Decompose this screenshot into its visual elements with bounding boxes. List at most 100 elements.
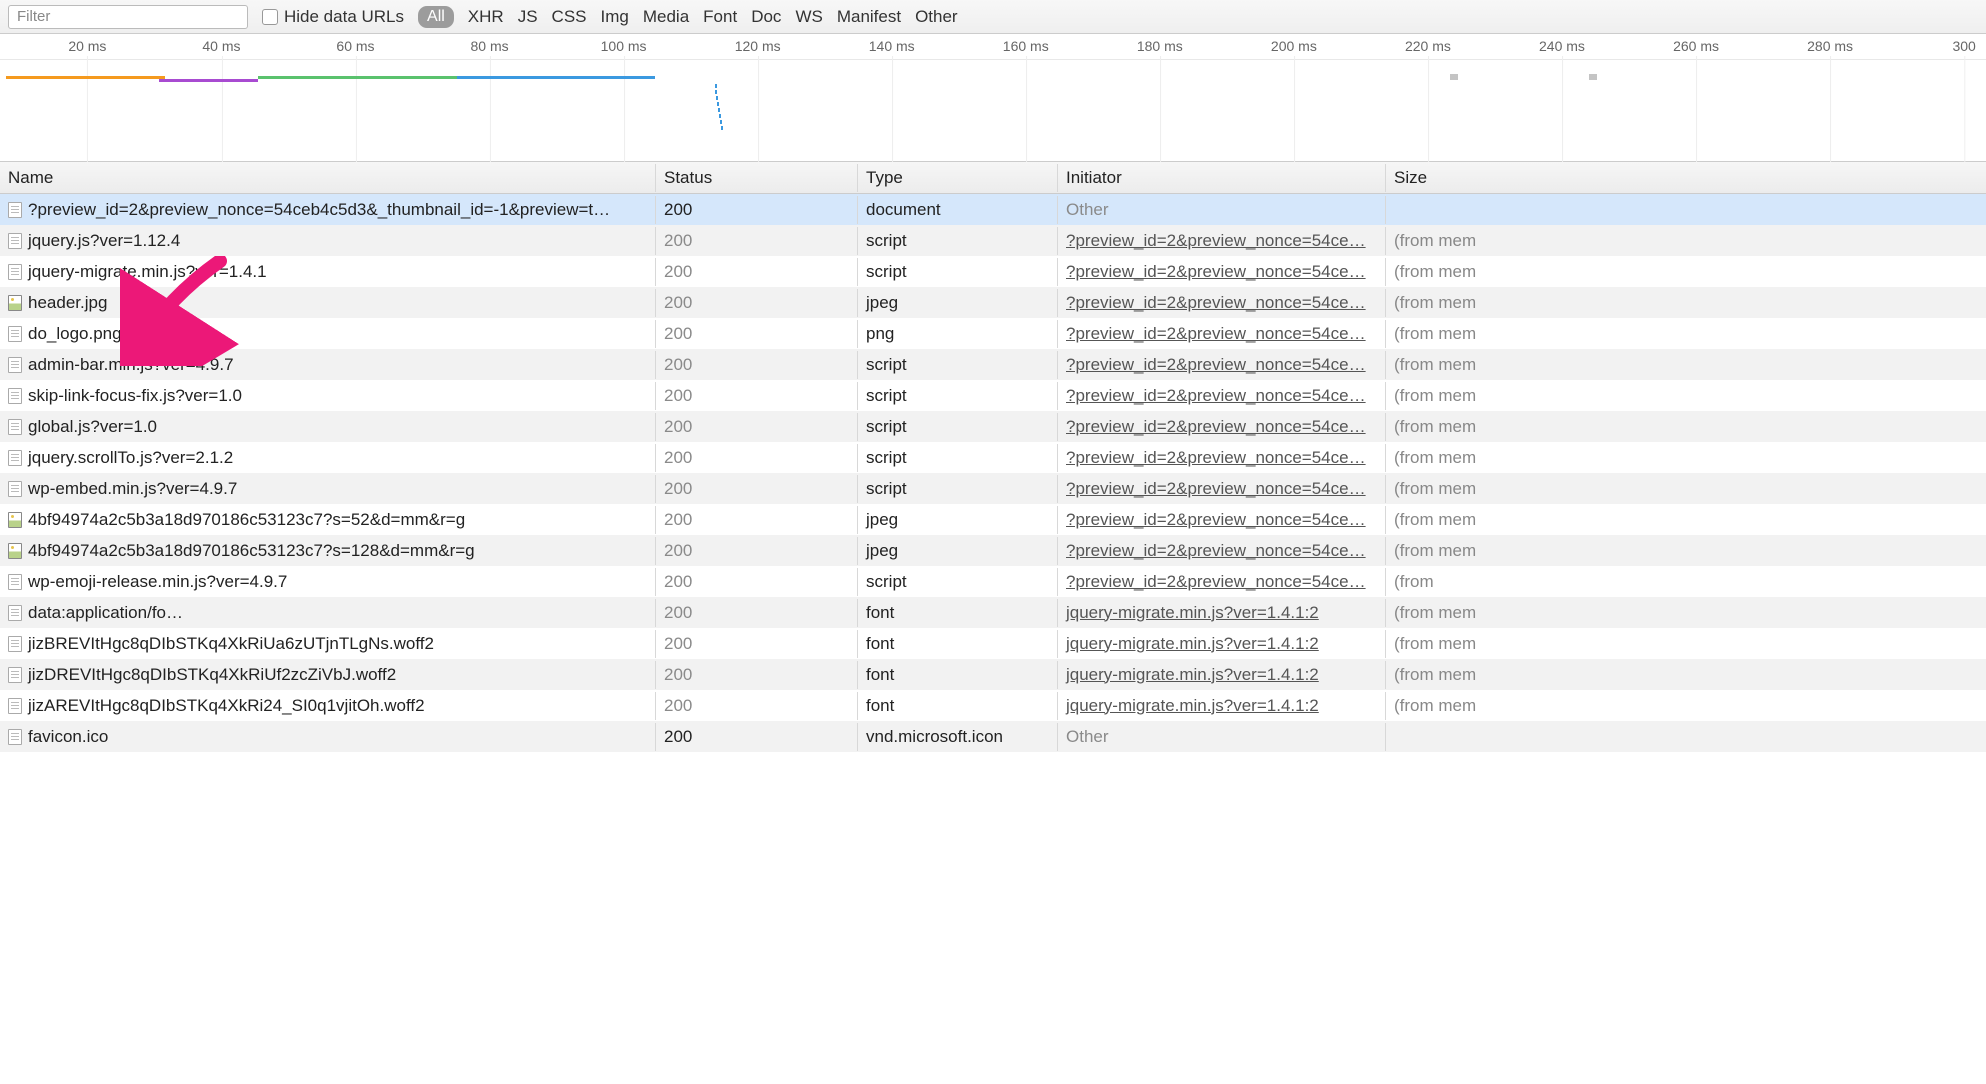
column-header-status[interactable]: Status	[656, 164, 858, 192]
filter-type-js[interactable]: JS	[518, 7, 538, 27]
table-row[interactable]: favicon.ico200vnd.microsoft.iconOther	[0, 721, 1986, 752]
cell-initiator: ?preview_id=2&preview_nonce=54ce…	[1058, 351, 1386, 379]
initiator-link[interactable]: ?preview_id=2&preview_nonce=54ce…	[1066, 324, 1366, 343]
cell-status: 200	[656, 568, 858, 596]
initiator-link[interactable]: ?preview_id=2&preview_nonce=54ce…	[1066, 448, 1366, 467]
table-row[interactable]: 4bf94974a2c5b3a18d970186c53123c7?s=52&d=…	[0, 504, 1986, 535]
cell-status: 200	[656, 258, 858, 286]
file-name: jquery.scrollTo.js?ver=2.1.2	[28, 448, 233, 468]
document-file-icon	[8, 605, 22, 621]
file-name: do_logo.png	[28, 324, 122, 344]
file-name: jizDREVItHgc8qDIbSTKq4XkRiUf2zcZiVbJ.wof…	[28, 665, 396, 685]
initiator-link[interactable]: ?preview_id=2&preview_nonce=54ce…	[1066, 479, 1366, 498]
initiator-text: Other	[1066, 727, 1109, 746]
filter-type-xhr[interactable]: XHR	[468, 7, 504, 27]
table-row[interactable]: jquery.scrollTo.js?ver=2.1.2200script?pr…	[0, 442, 1986, 473]
cell-status: 200	[656, 723, 858, 751]
initiator-link[interactable]: ?preview_id=2&preview_nonce=54ce…	[1066, 541, 1366, 560]
timeline-tick: 60 ms	[336, 38, 374, 54]
timeline-tick: 240 ms	[1539, 38, 1585, 54]
filter-type-other[interactable]: Other	[915, 7, 958, 27]
initiator-link[interactable]: ?preview_id=2&preview_nonce=54ce…	[1066, 417, 1366, 436]
timeline-tick: 220 ms	[1405, 38, 1451, 54]
initiator-link[interactable]: ?preview_id=2&preview_nonce=54ce…	[1066, 572, 1366, 591]
table-row[interactable]: jquery.js?ver=1.12.4200script?preview_id…	[0, 225, 1986, 256]
table-row[interactable]: jizBREVItHgc8qDIbSTKq4XkRiUa6zUTjnTLgNs.…	[0, 628, 1986, 659]
initiator-text: Other	[1066, 200, 1109, 219]
cell-initiator: jquery-migrate.min.js?ver=1.4.1:2	[1058, 599, 1386, 627]
filter-input[interactable]	[8, 5, 248, 29]
document-file-icon	[8, 419, 22, 435]
cell-size: (from mem	[1386, 599, 1986, 627]
initiator-link[interactable]: ?preview_id=2&preview_nonce=54ce…	[1066, 386, 1366, 405]
cell-status: 200	[656, 692, 858, 720]
cell-type: vnd.microsoft.icon	[858, 723, 1058, 751]
cell-status: 200	[656, 599, 858, 627]
file-name: jizBREVItHgc8qDIbSTKq4XkRiUa6zUTjnTLgNs.…	[28, 634, 434, 654]
cell-name: do_logo.png	[0, 320, 656, 348]
cell-size: (from mem	[1386, 506, 1986, 534]
table-row[interactable]: 4bf94974a2c5b3a18d970186c53123c7?s=128&d…	[0, 535, 1986, 566]
initiator-link[interactable]: ?preview_id=2&preview_nonce=54ce…	[1066, 293, 1366, 312]
timeline-overview[interactable]: 20 ms40 ms60 ms80 ms100 ms120 ms140 ms16…	[0, 34, 1986, 162]
filter-type-doc[interactable]: Doc	[751, 7, 781, 27]
timeline-tick: 200 ms	[1271, 38, 1317, 54]
column-header-name[interactable]: Name	[0, 164, 656, 192]
document-file-icon	[8, 357, 22, 373]
table-row[interactable]: wp-emoji-release.min.js?ver=4.9.7200scri…	[0, 566, 1986, 597]
hide-data-urls-label: Hide data URLs	[284, 7, 404, 27]
initiator-link[interactable]: ?preview_id=2&preview_nonce=54ce…	[1066, 355, 1366, 374]
initiator-link[interactable]: ?preview_id=2&preview_nonce=54ce…	[1066, 262, 1366, 281]
document-file-icon	[8, 233, 22, 249]
table-body: ?preview_id=2&preview_nonce=54ceb4c5d3&_…	[0, 194, 1986, 752]
initiator-link[interactable]: ?preview_id=2&preview_nonce=54ce…	[1066, 510, 1366, 529]
cell-type: script	[858, 475, 1058, 503]
filter-type-img[interactable]: Img	[601, 7, 629, 27]
filter-type-manifest[interactable]: Manifest	[837, 7, 901, 27]
file-name: ?preview_id=2&preview_nonce=54ceb4c5d3&_…	[28, 200, 610, 220]
table-row[interactable]: header.jpg200jpeg?preview_id=2&preview_n…	[0, 287, 1986, 318]
table-row[interactable]: ?preview_id=2&preview_nonce=54ceb4c5d3&_…	[0, 194, 1986, 225]
cell-name: admin-bar.min.js?ver=4.9.7	[0, 351, 656, 379]
cell-type: font	[858, 630, 1058, 658]
cell-initiator: ?preview_id=2&preview_nonce=54ce…	[1058, 320, 1386, 348]
cell-type: script	[858, 351, 1058, 379]
document-file-icon	[8, 481, 22, 497]
table-row[interactable]: skip-link-focus-fix.js?ver=1.0200script?…	[0, 380, 1986, 411]
cell-status: 200	[656, 413, 858, 441]
table-row[interactable]: jquery-migrate.min.js?ver=1.4.1200script…	[0, 256, 1986, 287]
filter-type-media[interactable]: Media	[643, 7, 689, 27]
timeline-tick: 40 ms	[202, 38, 240, 54]
initiator-link[interactable]: jquery-migrate.min.js?ver=1.4.1:2	[1066, 603, 1319, 622]
image-file-icon	[8, 512, 22, 528]
timeline-tick: 20 ms	[68, 38, 106, 54]
filter-type-css[interactable]: CSS	[552, 7, 587, 27]
file-name: skip-link-focus-fix.js?ver=1.0	[28, 386, 242, 406]
image-file-icon	[8, 543, 22, 559]
initiator-link[interactable]: jquery-migrate.min.js?ver=1.4.1:2	[1066, 634, 1319, 653]
filter-type-all[interactable]: All	[418, 6, 454, 28]
table-row[interactable]: jizDREVItHgc8qDIbSTKq4XkRiUf2zcZiVbJ.wof…	[0, 659, 1986, 690]
initiator-link[interactable]: jquery-migrate.min.js?ver=1.4.1:2	[1066, 665, 1319, 684]
initiator-link[interactable]: jquery-migrate.min.js?ver=1.4.1:2	[1066, 696, 1319, 715]
cell-size: (from mem	[1386, 692, 1986, 720]
table-row[interactable]: global.js?ver=1.0200script?preview_id=2&…	[0, 411, 1986, 442]
cell-status: 200	[656, 630, 858, 658]
cell-initiator: jquery-migrate.min.js?ver=1.4.1:2	[1058, 661, 1386, 689]
table-row[interactable]: admin-bar.min.js?ver=4.9.7200script?prev…	[0, 349, 1986, 380]
cell-size: (from mem	[1386, 382, 1986, 410]
hide-data-urls-checkbox[interactable]: Hide data URLs	[262, 7, 404, 27]
cell-size: (from mem	[1386, 320, 1986, 348]
table-row[interactable]: wp-embed.min.js?ver=4.9.7200script?previ…	[0, 473, 1986, 504]
column-header-size[interactable]: Size	[1386, 164, 1986, 192]
timeline-tick: 280 ms	[1807, 38, 1853, 54]
initiator-link[interactable]: ?preview_id=2&preview_nonce=54ce…	[1066, 231, 1366, 250]
filter-type-ws[interactable]: WS	[795, 7, 822, 27]
table-row[interactable]: data:application/fo…200fontjquery-migrat…	[0, 597, 1986, 628]
table-row[interactable]: do_logo.png200png?preview_id=2&preview_n…	[0, 318, 1986, 349]
column-header-type[interactable]: Type	[858, 164, 1058, 192]
filter-type-font[interactable]: Font	[703, 7, 737, 27]
table-row[interactable]: jizAREVItHgc8qDIbSTKq4XkRi24_SI0q1vjitOh…	[0, 690, 1986, 721]
timeline-tick: 260 ms	[1673, 38, 1719, 54]
column-header-initiator[interactable]: Initiator	[1058, 164, 1386, 192]
